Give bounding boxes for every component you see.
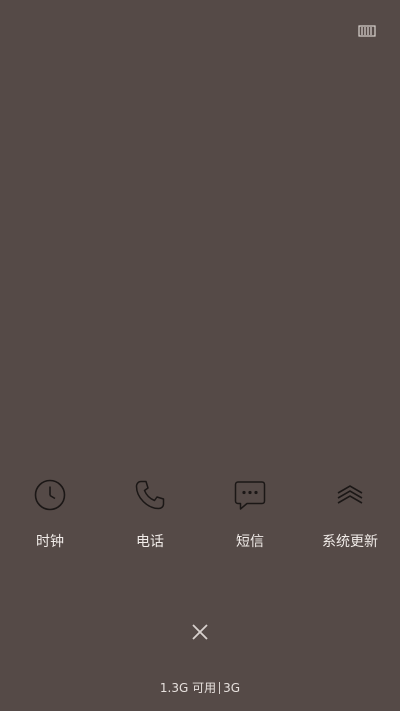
- system-update-icon: [330, 475, 370, 515]
- app-clock[interactable]: 时钟: [0, 470, 100, 560]
- memory-total: 3G: [223, 681, 241, 695]
- clock-icon: [30, 475, 70, 515]
- memory-card-icon[interactable]: [358, 22, 376, 40]
- app-system-update[interactable]: 系统更新: [300, 470, 400, 560]
- close-icon[interactable]: [188, 620, 212, 644]
- message-icon: [230, 475, 270, 515]
- recent-apps-row: 时钟 电话 短信 系统更新: [0, 470, 400, 560]
- app-label-messages: 短信: [236, 534, 264, 550]
- app-phone[interactable]: 电话: [100, 470, 200, 560]
- memory-divider: [219, 681, 221, 694]
- app-label-phone: 电话: [136, 534, 164, 550]
- app-label-clock: 时钟: [36, 534, 64, 550]
- memory-status: 1.3G 可用 3G: [0, 680, 400, 696]
- memory-available: 1.3G 可用: [159, 681, 217, 695]
- app-label-system-update: 系统更新: [322, 534, 378, 550]
- app-messages[interactable]: 短信: [200, 470, 300, 560]
- phone-icon: [130, 475, 170, 515]
